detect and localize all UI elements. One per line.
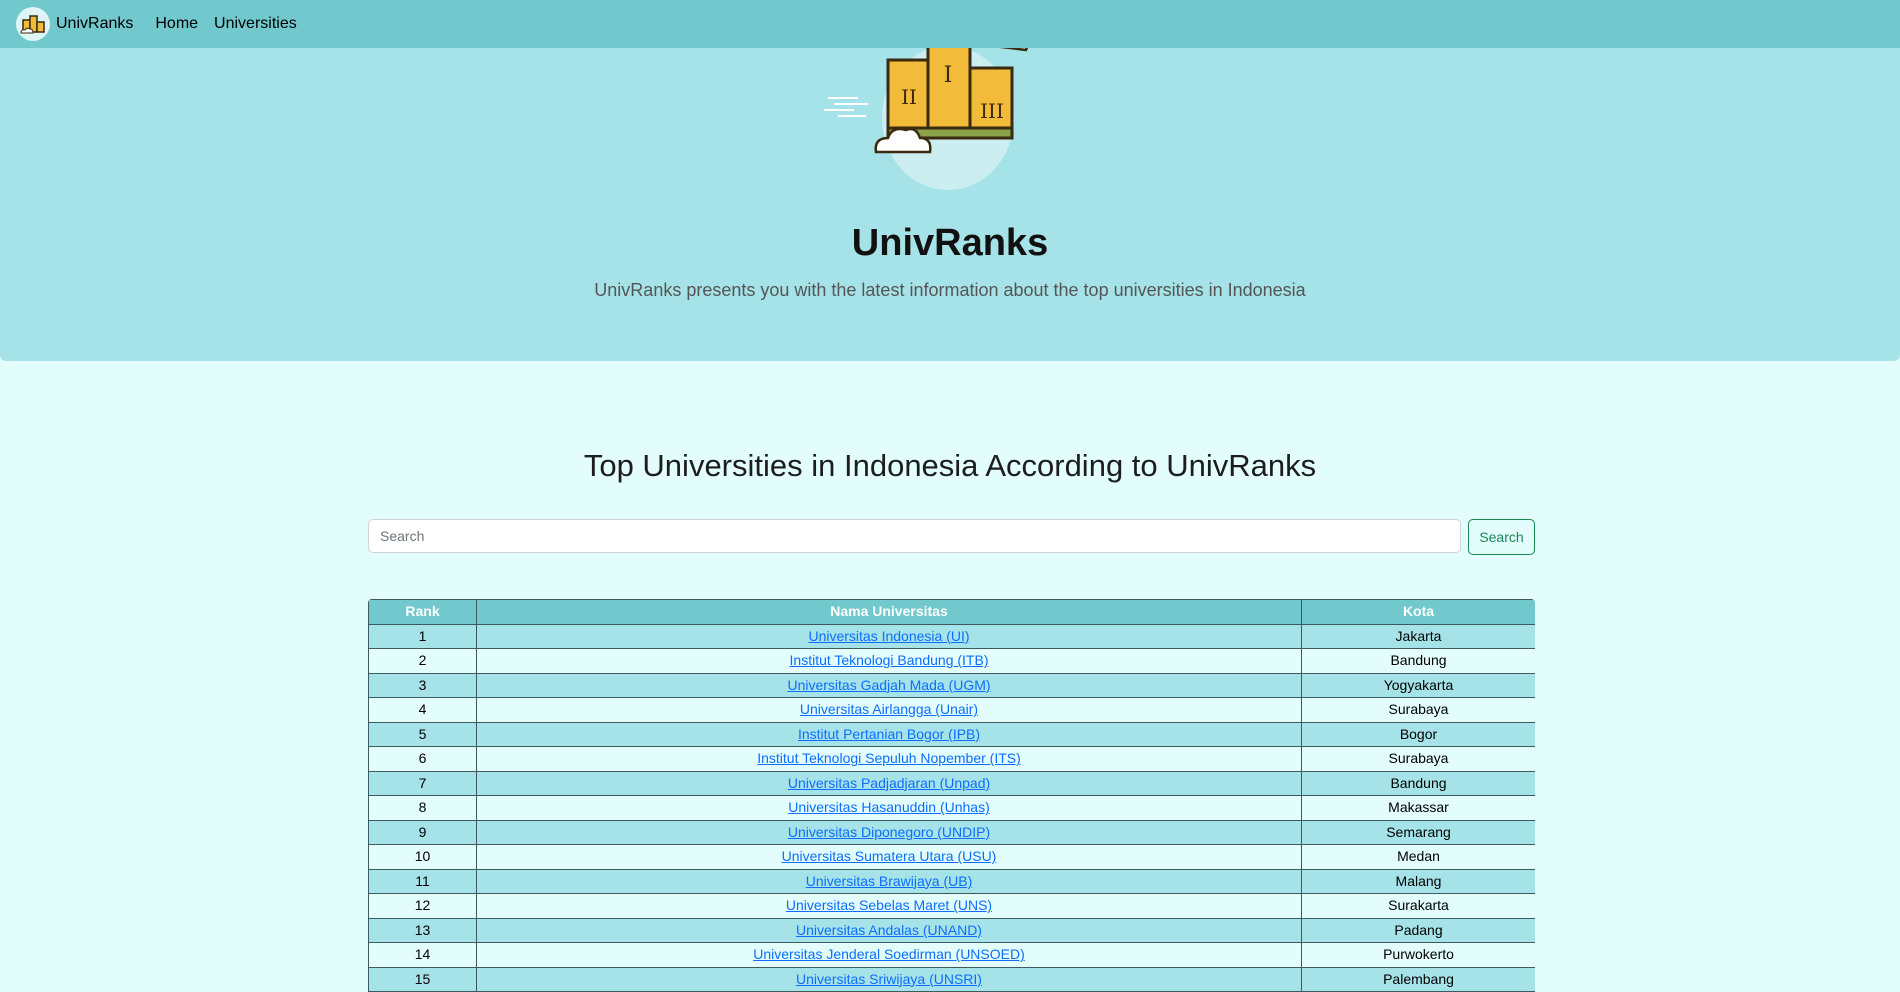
name-cell: Institut Pertanian Bogor (IPB) bbox=[476, 721, 1302, 747]
rank-cell: 11 bbox=[368, 868, 477, 894]
rank-cell: 15 bbox=[368, 966, 477, 992]
navbar-brand[interactable]: UnivRanks bbox=[16, 7, 133, 41]
name-cell: Universitas Hasanuddin (Unhas) bbox=[476, 795, 1302, 821]
table-row: 7 Universitas Padjadjaran (Unpad) Bandun… bbox=[368, 770, 1535, 796]
search-button[interactable]: Search bbox=[1468, 519, 1535, 555]
city-cell: Palembang bbox=[1301, 966, 1535, 992]
city-cell: Jakarta bbox=[1301, 623, 1535, 649]
university-link[interactable]: Universitas Andalas (UNAND) bbox=[796, 922, 982, 938]
table-row: 3 Universitas Gadjah Mada (UGM) Yogyakar… bbox=[368, 672, 1535, 698]
svg-text:III: III bbox=[980, 99, 1004, 123]
name-cell: Institut Teknologi Sepuluh Nopember (ITS… bbox=[476, 746, 1302, 772]
city-cell: Surabaya bbox=[1301, 746, 1535, 772]
city-cell: Malang bbox=[1301, 868, 1535, 894]
table-row: 8 Universitas Hasanuddin (Unhas) Makassa… bbox=[368, 795, 1535, 821]
column-header-name: Nama Universitas bbox=[476, 599, 1302, 625]
rank-cell: 7 bbox=[368, 770, 477, 796]
rank-cell: 6 bbox=[368, 746, 477, 772]
university-link[interactable]: Institut Pertanian Bogor (IPB) bbox=[798, 726, 980, 742]
table-header-row: Rank Nama Universitas Kota bbox=[368, 599, 1535, 625]
column-header-rank: Rank bbox=[368, 599, 477, 625]
name-cell: Universitas Sriwijaya (UNSRI) bbox=[476, 966, 1302, 992]
brand-name: UnivRanks bbox=[56, 15, 134, 32]
rank-cell: 1 bbox=[368, 623, 477, 649]
table-row: 1 Universitas Indonesia (UI) Jakarta bbox=[368, 623, 1535, 649]
table-row: 2 Institut Teknologi Bandung (ITB) Bandu… bbox=[368, 648, 1535, 674]
column-header-city: Kota bbox=[1301, 599, 1535, 625]
city-cell: Surabaya bbox=[1301, 697, 1535, 723]
rank-cell: 14 bbox=[368, 942, 477, 968]
city-cell: Purwokerto bbox=[1301, 942, 1535, 968]
city-cell: Makassar bbox=[1301, 795, 1535, 821]
podium-logo-icon bbox=[16, 7, 50, 41]
table-row: 11 Universitas Brawijaya (UB) Malang bbox=[368, 868, 1535, 894]
rank-cell: 2 bbox=[368, 648, 477, 674]
table-row: 14 Universitas Jenderal Soedirman (UNSOE… bbox=[368, 942, 1535, 968]
name-cell: Universitas Airlangga (Unair) bbox=[476, 697, 1302, 723]
rank-cell: 5 bbox=[368, 721, 477, 747]
city-cell: Padang bbox=[1301, 917, 1535, 943]
name-cell: Institut Teknologi Bandung (ITB) bbox=[476, 648, 1302, 674]
university-link[interactable]: Universitas Sriwijaya (UNSRI) bbox=[796, 971, 982, 987]
rank-cell: 8 bbox=[368, 795, 477, 821]
svg-text:II: II bbox=[901, 85, 917, 109]
city-cell: Semarang bbox=[1301, 819, 1535, 845]
city-cell: Yogyakarta bbox=[1301, 672, 1535, 698]
hero-subtitle: UnivRanks presents you with the latest i… bbox=[594, 280, 1306, 300]
ranking-table-container: Rank Nama Universitas Kota 1 Universitas… bbox=[368, 599, 1535, 992]
podium-illustration: I II III bbox=[824, 40, 1029, 190]
hero-title: UnivRanks bbox=[851, 222, 1049, 264]
table-row: 13 Universitas Andalas (UNAND) Padang bbox=[368, 917, 1535, 943]
rank-cell: 9 bbox=[368, 819, 477, 845]
rank-cell: 10 bbox=[368, 844, 477, 870]
search-form: Search bbox=[368, 519, 1535, 555]
table-row: 9 Universitas Diponegoro (UNDIP) Semaran… bbox=[368, 819, 1535, 845]
nav-link-universities[interactable]: Universities bbox=[214, 15, 297, 33]
university-link[interactable]: Universitas Hasanuddin (Unhas) bbox=[788, 799, 990, 815]
table-row: 4 Universitas Airlangga (Unair) Surabaya bbox=[368, 697, 1535, 723]
city-cell: Bogor bbox=[1301, 721, 1535, 747]
name-cell: Universitas Andalas (UNAND) bbox=[476, 917, 1302, 943]
name-cell: Universitas Brawijaya (UB) bbox=[476, 868, 1302, 894]
table-row: 5 Institut Pertanian Bogor (IPB) Bogor bbox=[368, 721, 1535, 747]
search-input[interactable] bbox=[368, 519, 1461, 553]
table-row: 10 Universitas Sumatera Utara (USU) Meda… bbox=[368, 844, 1535, 870]
top-navbar: UnivRanks Home Universities bbox=[0, 0, 1900, 48]
university-link[interactable]: Institut Teknologi Bandung (ITB) bbox=[790, 652, 989, 668]
section-title: Top Universities in Indonesia According … bbox=[583, 448, 1317, 483]
university-link[interactable]: Universitas Sebelas Maret (UNS) bbox=[786, 897, 992, 913]
university-link[interactable]: Universitas Diponegoro (UNDIP) bbox=[788, 824, 990, 840]
svg-text:I: I bbox=[944, 63, 953, 88]
rank-cell: 3 bbox=[368, 672, 477, 698]
table-row: 6 Institut Teknologi Sepuluh Nopember (I… bbox=[368, 746, 1535, 772]
university-link[interactable]: Universitas Padjadjaran (Unpad) bbox=[788, 775, 990, 791]
city-cell: Bandung bbox=[1301, 770, 1535, 796]
name-cell: Universitas Indonesia (UI) bbox=[476, 623, 1302, 649]
name-cell: Universitas Padjadjaran (Unpad) bbox=[476, 770, 1302, 796]
city-cell: Medan bbox=[1301, 844, 1535, 870]
university-link[interactable]: Universitas Gadjah Mada (UGM) bbox=[787, 677, 990, 693]
name-cell: Universitas Diponegoro (UNDIP) bbox=[476, 819, 1302, 845]
rank-cell: 12 bbox=[368, 893, 477, 919]
university-link[interactable]: Institut Teknologi Sepuluh Nopember (ITS… bbox=[757, 750, 1021, 766]
ranking-table: Rank Nama Universitas Kota 1 Universitas… bbox=[368, 599, 1535, 992]
hero-banner: I II III UnivRanks UnivRanks presents yo… bbox=[0, 0, 1900, 361]
city-cell: Surakarta bbox=[1301, 893, 1535, 919]
name-cell: Universitas Sebelas Maret (UNS) bbox=[476, 893, 1302, 919]
rank-cell: 4 bbox=[368, 697, 477, 723]
name-cell: Universitas Gadjah Mada (UGM) bbox=[476, 672, 1302, 698]
nav-link-home[interactable]: Home bbox=[155, 15, 198, 33]
name-cell: Universitas Sumatera Utara (USU) bbox=[476, 844, 1302, 870]
name-cell: Universitas Jenderal Soedirman (UNSOED) bbox=[476, 942, 1302, 968]
university-link[interactable]: Universitas Airlangga (Unair) bbox=[800, 701, 978, 717]
university-link[interactable]: Universitas Indonesia (UI) bbox=[808, 628, 969, 644]
table-row: 15 Universitas Sriwijaya (UNSRI) Palemba… bbox=[368, 966, 1535, 992]
university-link[interactable]: Universitas Sumatera Utara (USU) bbox=[782, 848, 997, 864]
table-row: 12 Universitas Sebelas Maret (UNS) Surak… bbox=[368, 893, 1535, 919]
city-cell: Bandung bbox=[1301, 648, 1535, 674]
university-link[interactable]: Universitas Brawijaya (UB) bbox=[806, 873, 972, 889]
rank-cell: 13 bbox=[368, 917, 477, 943]
university-link[interactable]: Universitas Jenderal Soedirman (UNSOED) bbox=[753, 946, 1025, 962]
